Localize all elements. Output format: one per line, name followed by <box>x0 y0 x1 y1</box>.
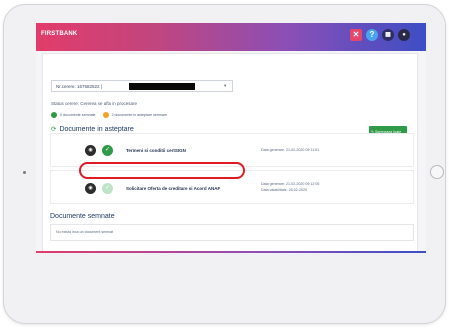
request-select-value: Nr.cerere: 167582522 | <box>56 84 102 89</box>
app-screen: FIRSTBANK ✕ ? ▦ ● Nr.cerere: 167582522 |… <box>36 23 426 253</box>
chevron-down-icon: ▾ <box>224 83 227 88</box>
redacted-block <box>129 83 195 90</box>
signed-count: 0 documente semnate <box>60 112 96 117</box>
signed-section-title: Documente semnate <box>50 213 115 220</box>
request-select[interactable]: Nr.cerere: 167582522 | ▾ <box>51 80 233 92</box>
sync-icon: ⟳ <box>51 126 57 133</box>
document-counters: 0 documente semnate 2 documente in astep… <box>51 112 167 118</box>
signed-documents-box: Nu exista inca un document semnat <box>50 224 414 241</box>
top-bar: FIRSTBANK ✕ ? ▦ ● <box>36 23 426 51</box>
pending-dot-icon <box>102 112 109 118</box>
request-status: Status cerere: Cererea se afla in proces… <box>51 101 138 106</box>
view-document-icon[interactable]: ◉ <box>85 183 96 194</box>
pending-count: 2 documente in asteptare semnare <box>111 112 168 117</box>
sign-check-icon[interactable]: ✓ <box>102 145 113 156</box>
document-date: Data generare: 21-02-2020 09:12:05 <box>261 182 320 186</box>
highlight-outline <box>79 162 245 179</box>
bottom-bar <box>36 251 426 253</box>
document-title[interactable]: Solicitare Oferta de creditare si Acord … <box>126 186 220 191</box>
document-date: Data generare: 21-02-2020 09:11:51 <box>261 148 320 152</box>
signed-dot-icon <box>51 112 57 118</box>
brand-logo: FIRSTBANK <box>41 31 78 37</box>
close-icon[interactable]: ✕ <box>350 29 362 41</box>
signed-empty-text: Nu exista inca un document semnat <box>56 230 114 234</box>
view-document-icon[interactable]: ◉ <box>85 145 96 156</box>
home-button[interactable] <box>430 165 444 179</box>
pending-section-title: ⟳ Documente in asteptare <box>51 125 134 133</box>
document-validity: Data valabilitate: 26-02-2020 <box>261 188 307 192</box>
sign-check-icon[interactable]: ✓ <box>102 183 113 194</box>
camera-dot <box>23 171 26 174</box>
user-icon[interactable]: ● <box>398 29 410 41</box>
help-icon[interactable]: ? <box>366 29 378 41</box>
pending-section-label: Documente in asteptare <box>59 126 134 133</box>
document-title[interactable]: Termeni si conditii certSIGN <box>126 148 186 153</box>
tablet-frame: FIRSTBANK ✕ ? ▦ ● Nr.cerere: 167582522 |… <box>3 4 446 324</box>
grid-icon[interactable]: ▦ <box>382 29 394 41</box>
